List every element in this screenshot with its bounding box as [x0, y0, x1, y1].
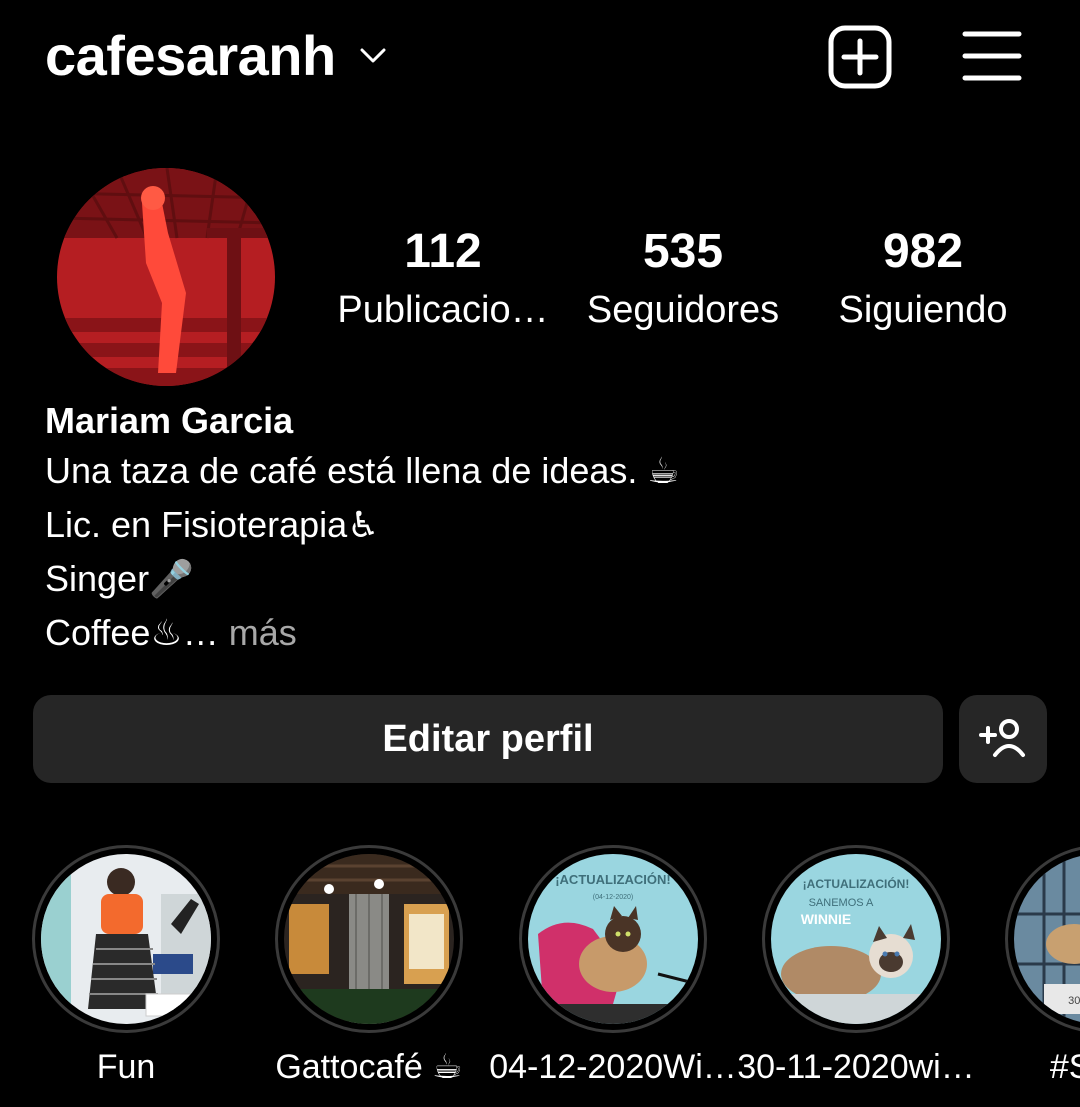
bio-line: Coffee♨… [45, 612, 219, 653]
highlight-cover [284, 854, 454, 1024]
username[interactable]: cafesaranh [45, 22, 336, 90]
bio-line: Lic. en Fisioterapia♿ [45, 504, 380, 545]
stat-following[interactable]: 982 Siguiendo [813, 222, 1033, 336]
highlight-cover-date: 30-10- [1068, 995, 1080, 1007]
highlight-label: 04-12-2020Wi… [489, 1048, 737, 1086]
profile-bio: Mariam Garcia Una taza de café está llen… [45, 398, 1045, 660]
chevron-down-icon[interactable] [358, 44, 388, 68]
menu-icon[interactable] [962, 28, 1022, 84]
stat-followers[interactable]: 535 Seguidores [573, 222, 793, 336]
highlight-cover [41, 854, 211, 1024]
highlight-item[interactable]: Fun [6, 845, 246, 1107]
story-highlights: Fun Gattocafé ☕ ¡ACTUALIZACIÓN! (04-12-2… [0, 845, 1080, 1107]
highlight-label: Fun [96, 1048, 156, 1086]
following-count: 982 [882, 225, 964, 278]
discover-people-button[interactable] [959, 695, 1047, 783]
highlight-item[interactable]: ¡ACTUALIZACIÓN! SANEMOS A WINNIE 30-11-2… [736, 845, 976, 1107]
following-label: Siguiendo [838, 289, 1008, 331]
posts-label: Publicacio… [337, 289, 549, 331]
highlight-cover-title: ¡ACTUALIZACIÓN! [555, 872, 671, 887]
highlight-item[interactable]: Gattocafé ☕ [249, 845, 489, 1107]
bio-line: Singer🎤 [45, 558, 194, 599]
followers-label: Seguidores [586, 289, 780, 331]
display-name: Mariam Garcia [45, 400, 294, 441]
highlight-label: Gattocafé ☕ [275, 1048, 463, 1086]
add-person-icon [979, 719, 1025, 757]
profile-avatar[interactable] [57, 168, 275, 386]
highlight-label: 30-11-2020wi… [737, 1048, 975, 1086]
posts-count: 112 [404, 225, 482, 278]
new-post-icon[interactable] [828, 25, 892, 89]
highlight-cover-name: WINNIE [801, 911, 852, 927]
top-bar: cafesaranh [0, 0, 1080, 115]
highlight-item[interactable]: ¡ACTUALIZACIÓN! (04-12-2020) 04-12-2020W… [489, 845, 737, 1107]
edit-profile-button[interactable]: Editar perfil [33, 695, 943, 783]
highlight-cover-date: (04-12-2020) [593, 894, 633, 901]
highlight-cover: 30-10- [1014, 854, 1080, 1024]
highlight-cover: ¡ACTUALIZACIÓN! SANEMOS A WINNIE [771, 854, 941, 1024]
more-link[interactable]: más [219, 612, 297, 653]
highlight-cover-title: ¡ACTUALIZACIÓN! [803, 876, 910, 891]
bio-line-last: Coffee♨… más [45, 606, 1045, 660]
followers-count: 535 [642, 225, 724, 278]
highlight-label: #Sane [1049, 1048, 1080, 1086]
stat-posts[interactable]: 112 Publicacio… [333, 222, 553, 336]
bio-line: Una taza de café está llena de ideas. ☕ [45, 450, 680, 491]
highlight-cover-subtitle: SANEMOS A [809, 897, 874, 909]
highlight-item[interactable]: 30-10- #Sane [979, 845, 1080, 1107]
highlight-cover: ¡ACTUALIZACIÓN! (04-12-2020) [528, 854, 698, 1024]
